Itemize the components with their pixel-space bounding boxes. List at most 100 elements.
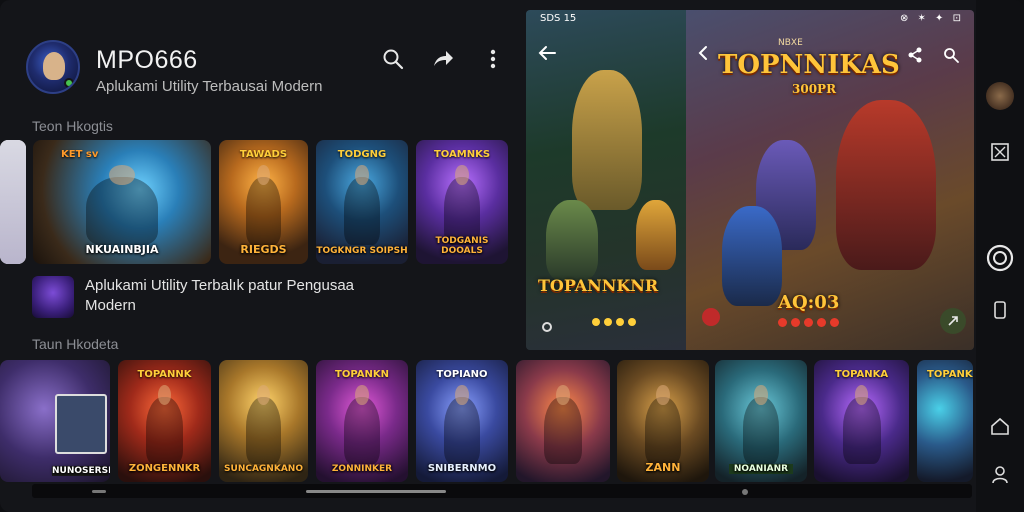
phone-icon[interactable] [984, 294, 1016, 326]
game-card[interactable]: TOPIANO SNIBERNMO [416, 360, 508, 482]
preview-left-pane: SDS 15 TOPANNKNR [526, 10, 686, 350]
page-dot [604, 318, 612, 326]
home-circle-icon[interactable] [984, 242, 1016, 274]
section-label-popular: Taun Hkodeta [32, 336, 119, 352]
game-card[interactable]: TOPANNK ZONGENNKR [118, 360, 211, 482]
game-title: NKUAINBJIA [85, 243, 159, 256]
character-portrait [55, 394, 107, 454]
section-label-featured: Teon Hkogtis [32, 118, 113, 134]
game-art [0, 140, 26, 264]
gem-row [778, 318, 839, 327]
side-rail [976, 0, 1024, 512]
game-card[interactable]: TOPANKA [917, 360, 973, 482]
user-avatar-icon[interactable] [986, 82, 1014, 110]
game-title: RIEGDS [240, 243, 287, 256]
game-card[interactable]: ZANN [617, 360, 709, 482]
demon-figure [836, 100, 936, 270]
home-gesture-bar[interactable] [306, 490, 446, 493]
warrior-figure [245, 164, 282, 246]
game-title: NUNOSERSKK [52, 466, 110, 476]
app-window: MPO666 Aplukami Utility Terbausai Modern… [0, 0, 1024, 512]
game-title: SNIBERNMO [427, 463, 497, 474]
page-dot [616, 318, 624, 326]
game-card[interactable]: TOPANKA [814, 360, 909, 482]
game-card[interactable] [0, 140, 26, 264]
warrior-figure [245, 384, 282, 464]
game-card[interactable] [516, 360, 610, 482]
preview-right-pane: ⊗ ✶ ✦ ⊡ NBXE TOPNNIKAS 300PR AQ:03 [686, 10, 974, 350]
crop-icon[interactable] [984, 136, 1016, 168]
game-title: ZANN [645, 461, 681, 474]
game-card[interactable]: KET sv NKUAINBJIA [33, 140, 211, 264]
settings-icon[interactable] [536, 316, 558, 338]
game-card[interactable]: NUNOSERSKK [0, 360, 110, 482]
gem-icon [817, 318, 826, 327]
game-card[interactable]: TOPANKN ZONNINKER [316, 360, 408, 482]
game-logo: TOPANKA [834, 369, 889, 380]
game-title: TODGANIS DOOALS [435, 236, 489, 256]
game-logo: TOPANKN [335, 369, 389, 380]
gem-icon [791, 318, 800, 327]
game-preview-panel[interactable]: SDS 15 TOPANNKNR ⊗ ✶ ✦ ⊡ NBXE TOPNNIKAS … [526, 10, 974, 350]
page-indicator [592, 318, 636, 326]
status-bar-text: SDS 15 [540, 13, 577, 24]
app-title: MPO666 [96, 46, 198, 74]
warrior-figure [443, 384, 481, 464]
share-icon[interactable] [430, 46, 456, 72]
game-card[interactable]: NOANIANR [715, 360, 807, 482]
page-dot [628, 318, 636, 326]
game-logo: TAWADS [239, 149, 288, 160]
promo-text[interactable]: Aplukami Utility Terbalık patur Pengusaa… [85, 276, 395, 316]
warrior-figure [86, 164, 158, 246]
game-card[interactable]: TAWADS RIEGDS [219, 140, 308, 264]
game-title: NOANIANR [729, 464, 793, 474]
game-card[interactable]: TODGNG TOGKNGR SOIPSH [316, 140, 408, 264]
chevron-left-icon[interactable] [692, 42, 714, 64]
page-dot [592, 318, 600, 326]
game-subtitle-logo: 300PR [792, 82, 837, 96]
warrior-figure [343, 164, 381, 246]
goblin-figure [546, 200, 598, 280]
warrior-figure [145, 384, 184, 464]
gem-icon [778, 318, 787, 327]
promo-avatar[interactable] [32, 276, 74, 318]
profile-icon[interactable] [984, 458, 1016, 490]
game-card[interactable]: SUNCAGNKANO [219, 360, 308, 482]
nav-dot[interactable] [742, 489, 748, 495]
more-vert-icon[interactable] [480, 46, 506, 72]
search-icon[interactable] [940, 44, 962, 66]
game-title: ZONGENNKR [128, 463, 201, 474]
knight-figure [572, 70, 642, 210]
nav-indicator-left[interactable] [92, 490, 106, 493]
share-icon[interactable] [904, 44, 926, 66]
system-nav-bar [32, 484, 972, 498]
game-title: ZONNINKER [331, 464, 393, 474]
play-icon[interactable] [940, 308, 966, 334]
imp-figure [636, 200, 676, 270]
app-avatar[interactable] [26, 40, 80, 94]
game-logo: KET sv [61, 149, 99, 160]
warrior-figure [544, 384, 582, 464]
warrior-figure [842, 384, 881, 464]
search-icon[interactable] [380, 46, 406, 72]
score-display: AQ:03 [778, 292, 840, 313]
gem-icon [830, 318, 839, 327]
game-title: SUNCAGNKANO [224, 464, 303, 474]
game-title-logo: TOPNNIKAS [718, 50, 900, 80]
online-status-icon [64, 78, 74, 88]
game-logo: TOPANNK [137, 369, 192, 380]
game-logo: TOPIANO [436, 369, 488, 380]
game-title: TOGKNGR SOIPSH [316, 246, 408, 256]
game-card[interactable]: TOAMNKS TODGANIS DOOALS [416, 140, 508, 264]
brand-badge: NBXE [778, 38, 803, 48]
warrior-figure [343, 384, 381, 464]
location-pin-icon[interactable] [702, 308, 720, 326]
warrior-figure [742, 384, 780, 464]
game-logo: TOAMNKS [433, 149, 491, 160]
status-bar-icons: ⊗ ✶ ✦ ⊡ [899, 13, 964, 24]
home-icon[interactable] [984, 410, 1016, 442]
back-arrow-icon[interactable] [536, 42, 558, 64]
gem-icon [804, 318, 813, 327]
game-logo: TODGNG [337, 149, 387, 160]
warrior-figure [644, 384, 682, 464]
